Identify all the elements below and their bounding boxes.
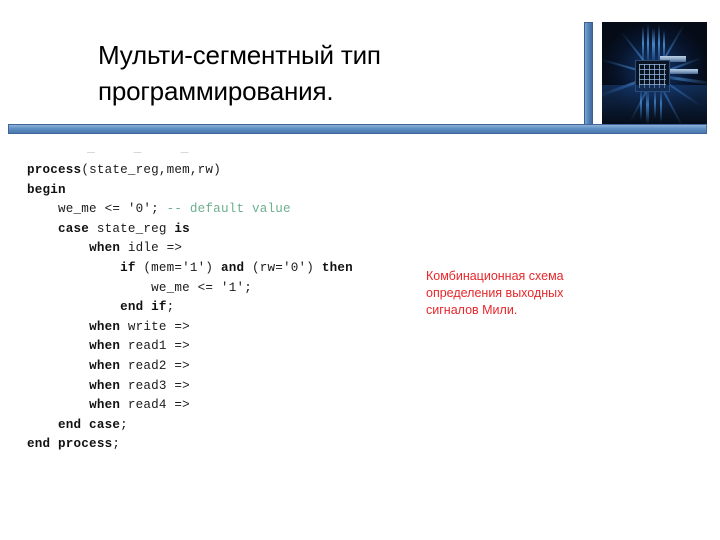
annotation-text: Комбинационная схема определения выходны… <box>426 269 564 317</box>
chip-streak <box>652 28 655 64</box>
vertical-accent-bar <box>584 22 593 129</box>
code-clipped-top-line: _ _ _ <box>27 150 277 157</box>
chip-lead <box>668 69 698 74</box>
chip-streak <box>642 26 644 64</box>
slide-header: Мульти-сегментный тип программирования. <box>0 0 720 140</box>
page-title: Мульти-сегментный тип программирования. <box>98 40 381 106</box>
circuit-chip-image <box>602 22 707 125</box>
code-listing-image: _ _ _ process(state_reg,mem,rw) begin we… <box>0 150 420 450</box>
chip-reflection <box>602 85 707 125</box>
slide-canvas: Мульти-сегментный тип программирования. <box>0 0 720 540</box>
code-clipped-top-line-text: _ _ _ <box>87 150 188 155</box>
horizontal-accent-bar <box>8 124 707 134</box>
vhdl-code-text: process(state_reg,mem,rw) begin we_me <=… <box>27 163 353 450</box>
